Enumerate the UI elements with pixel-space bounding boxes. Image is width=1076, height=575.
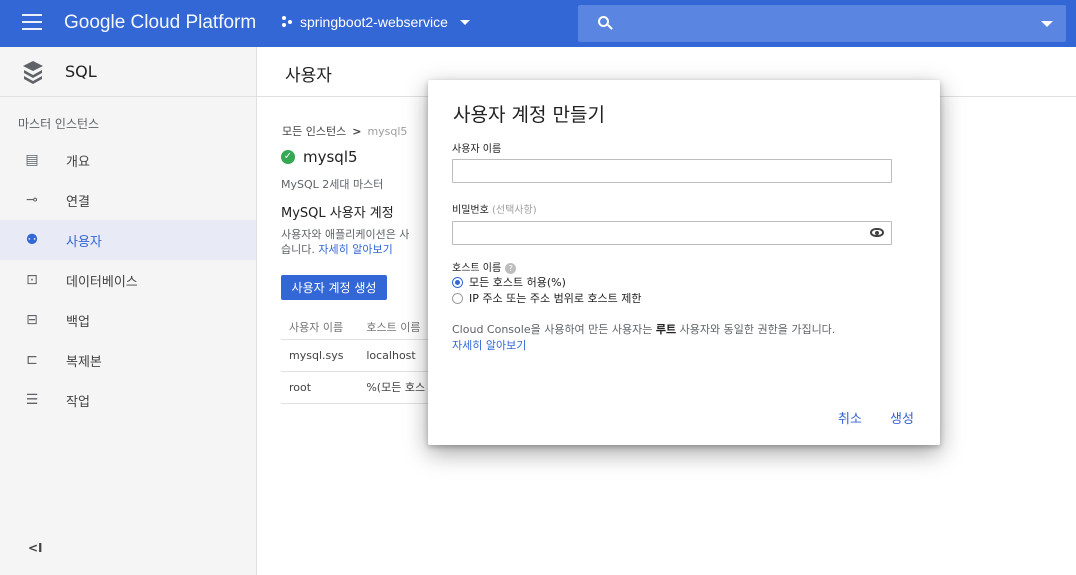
radio-button-selected[interactable] (452, 276, 463, 288)
radio-restrict-host[interactable]: IP 주소 또는 주소 범위로 호스트 제한 (452, 290, 642, 306)
breadcrumb-current: mysql5 (367, 124, 408, 138)
table-header-row: 사용자 이름 호스트 이름 (281, 315, 441, 340)
note-text: Cloud Console을 사용하여 만든 사용자는 (452, 323, 656, 336)
connection-icon: ⊸ (26, 192, 38, 208)
table-row: mysql.sys localhost (281, 339, 441, 372)
overview-icon: ▤ (25, 152, 39, 168)
collapse-sidebar-icon[interactable]: <I (28, 541, 43, 555)
create-user-account-button[interactable]: 사용자 계정 생성 (281, 275, 387, 300)
sidebar-item-database[interactable]: ⊡ 데이터베이스 (0, 260, 256, 300)
hostname-label: 호스트 이름? (452, 259, 517, 274)
page-title: 사용자 (285, 66, 332, 86)
sidebar-item-connection[interactable]: ⊸ 연결 (0, 180, 256, 220)
radio-label: IP 주소 또는 주소 범위로 호스트 제한 (469, 292, 642, 305)
sidebar-item-label: 백업 (66, 314, 90, 330)
password-optional-text: (선택사항) (492, 205, 537, 216)
cancel-button[interactable]: 취소 (838, 408, 862, 427)
sidebar-item-overview[interactable]: ▤ 개요 (0, 140, 256, 180)
breadcrumb-separator: > (352, 124, 362, 138)
table-row: root %(모든 호스 (281, 371, 441, 404)
search-input[interactable] (578, 5, 1066, 42)
description-line: 사용자와 애플리케이션은 사 (281, 228, 410, 241)
hamburger-menu-icon[interactable] (22, 14, 42, 32)
sidebar: SQL 마스터 인스턴스 ▤ 개요 ⊸ 연결 ⚉ 사용자 ⊡ 데이터베이스 ⊟ … (0, 47, 257, 575)
check-circle-icon: ✓ (281, 150, 295, 164)
breadcrumb: 모든 인스턴스 > mysql5 (282, 123, 407, 139)
hostname-label-text: 호스트 이름 (452, 263, 502, 274)
radio-button[interactable] (452, 292, 463, 304)
breadcrumb-all-instances[interactable]: 모든 인스턴스 (282, 123, 346, 139)
project-selector[interactable]: springboot2-webservice (282, 14, 470, 30)
visibility-eye-icon[interactable] (870, 228, 884, 237)
learn-more-link[interactable]: 자세히 알아보기 (318, 243, 392, 256)
password-field[interactable] (452, 221, 892, 245)
sidebar-item-label: 복제본 (66, 354, 102, 370)
create-user-dialog: 사용자 계정 만들기 사용자 이름 비밀번호 (선택사항) 호스트 이름? 모든… (428, 80, 940, 445)
create-button[interactable]: 생성 (890, 408, 914, 427)
database-icon: ⊡ (26, 272, 38, 288)
instance-header: ✓ mysql5 (281, 148, 358, 166)
product-title: SQL (65, 62, 97, 81)
backup-icon: ⊟ (26, 312, 38, 328)
root-permission-note: Cloud Console을 사용하여 만든 사용자는 루트 사용자와 동일한 … (452, 322, 835, 354)
note-bold: 루트 (655, 323, 677, 336)
section-label: 마스터 인스턴스 (18, 117, 100, 131)
brand-title[interactable]: Google Cloud Platform (64, 12, 256, 34)
column-header-username[interactable]: 사용자 이름 (281, 315, 359, 340)
search-icon (598, 16, 609, 27)
project-name: springboot2-webservice (300, 14, 448, 30)
sidebar-item-label: 연결 (66, 194, 90, 210)
sql-layers-icon (23, 61, 43, 84)
sidebar-item-operations[interactable]: ☰ 작업 (0, 380, 256, 420)
section-title: MySQL 사용자 계정 (281, 206, 394, 221)
radio-label: 모든 호스트 허용(%) (469, 276, 566, 289)
cell-username: root (281, 371, 359, 404)
note-text: 사용자와 동일한 권한을 가집니다. (676, 323, 836, 336)
cell-username: mysql.sys (281, 339, 359, 372)
section-description: 사용자와 애플리케이션은 사 습니다. 자세히 알아보기 (281, 227, 431, 257)
dialog-title: 사용자 계정 만들기 (453, 104, 605, 126)
help-icon[interactable]: ? (505, 262, 517, 274)
operations-icon: ☰ (25, 392, 39, 408)
password-label-text: 비밀번호 (452, 205, 489, 216)
sidebar-item-users[interactable]: ⚉ 사용자 (0, 220, 256, 260)
sidebar-item-backup[interactable]: ⊟ 백업 (0, 300, 256, 340)
search-dropdown-icon[interactable] (1041, 21, 1053, 27)
description-line: 습니다. (281, 243, 315, 256)
password-label: 비밀번호 (선택사항) (452, 201, 537, 216)
users-table: 사용자 이름 호스트 이름 mysql.sys localhost root %… (281, 315, 441, 404)
top-app-bar: Google Cloud Platform springboot2-webser… (0, 0, 1076, 47)
project-dots-icon (282, 16, 294, 28)
sidebar-item-label: 개요 (66, 154, 90, 170)
replica-icon: ⊏ (26, 352, 38, 368)
username-field[interactable] (452, 159, 892, 183)
sidebar-item-label: 데이터베이스 (66, 274, 138, 290)
learn-more-link[interactable]: 자세히 알아보기 (452, 339, 526, 352)
instance-name: mysql5 (303, 148, 358, 166)
radio-allow-any-host[interactable]: 모든 호스트 허용(%) (452, 274, 566, 290)
users-icon: ⚉ (25, 232, 39, 248)
instance-subtitle: MySQL 2세대 마스터 (281, 178, 384, 191)
username-label: 사용자 이름 (452, 144, 502, 155)
sidebar-header: SQL (0, 47, 256, 97)
sidebar-item-label: 작업 (66, 394, 90, 410)
sidebar-item-label: 사용자 (66, 234, 102, 250)
chevron-down-icon (459, 19, 470, 25)
sidebar-item-replica[interactable]: ⊏ 복제본 (0, 340, 256, 380)
